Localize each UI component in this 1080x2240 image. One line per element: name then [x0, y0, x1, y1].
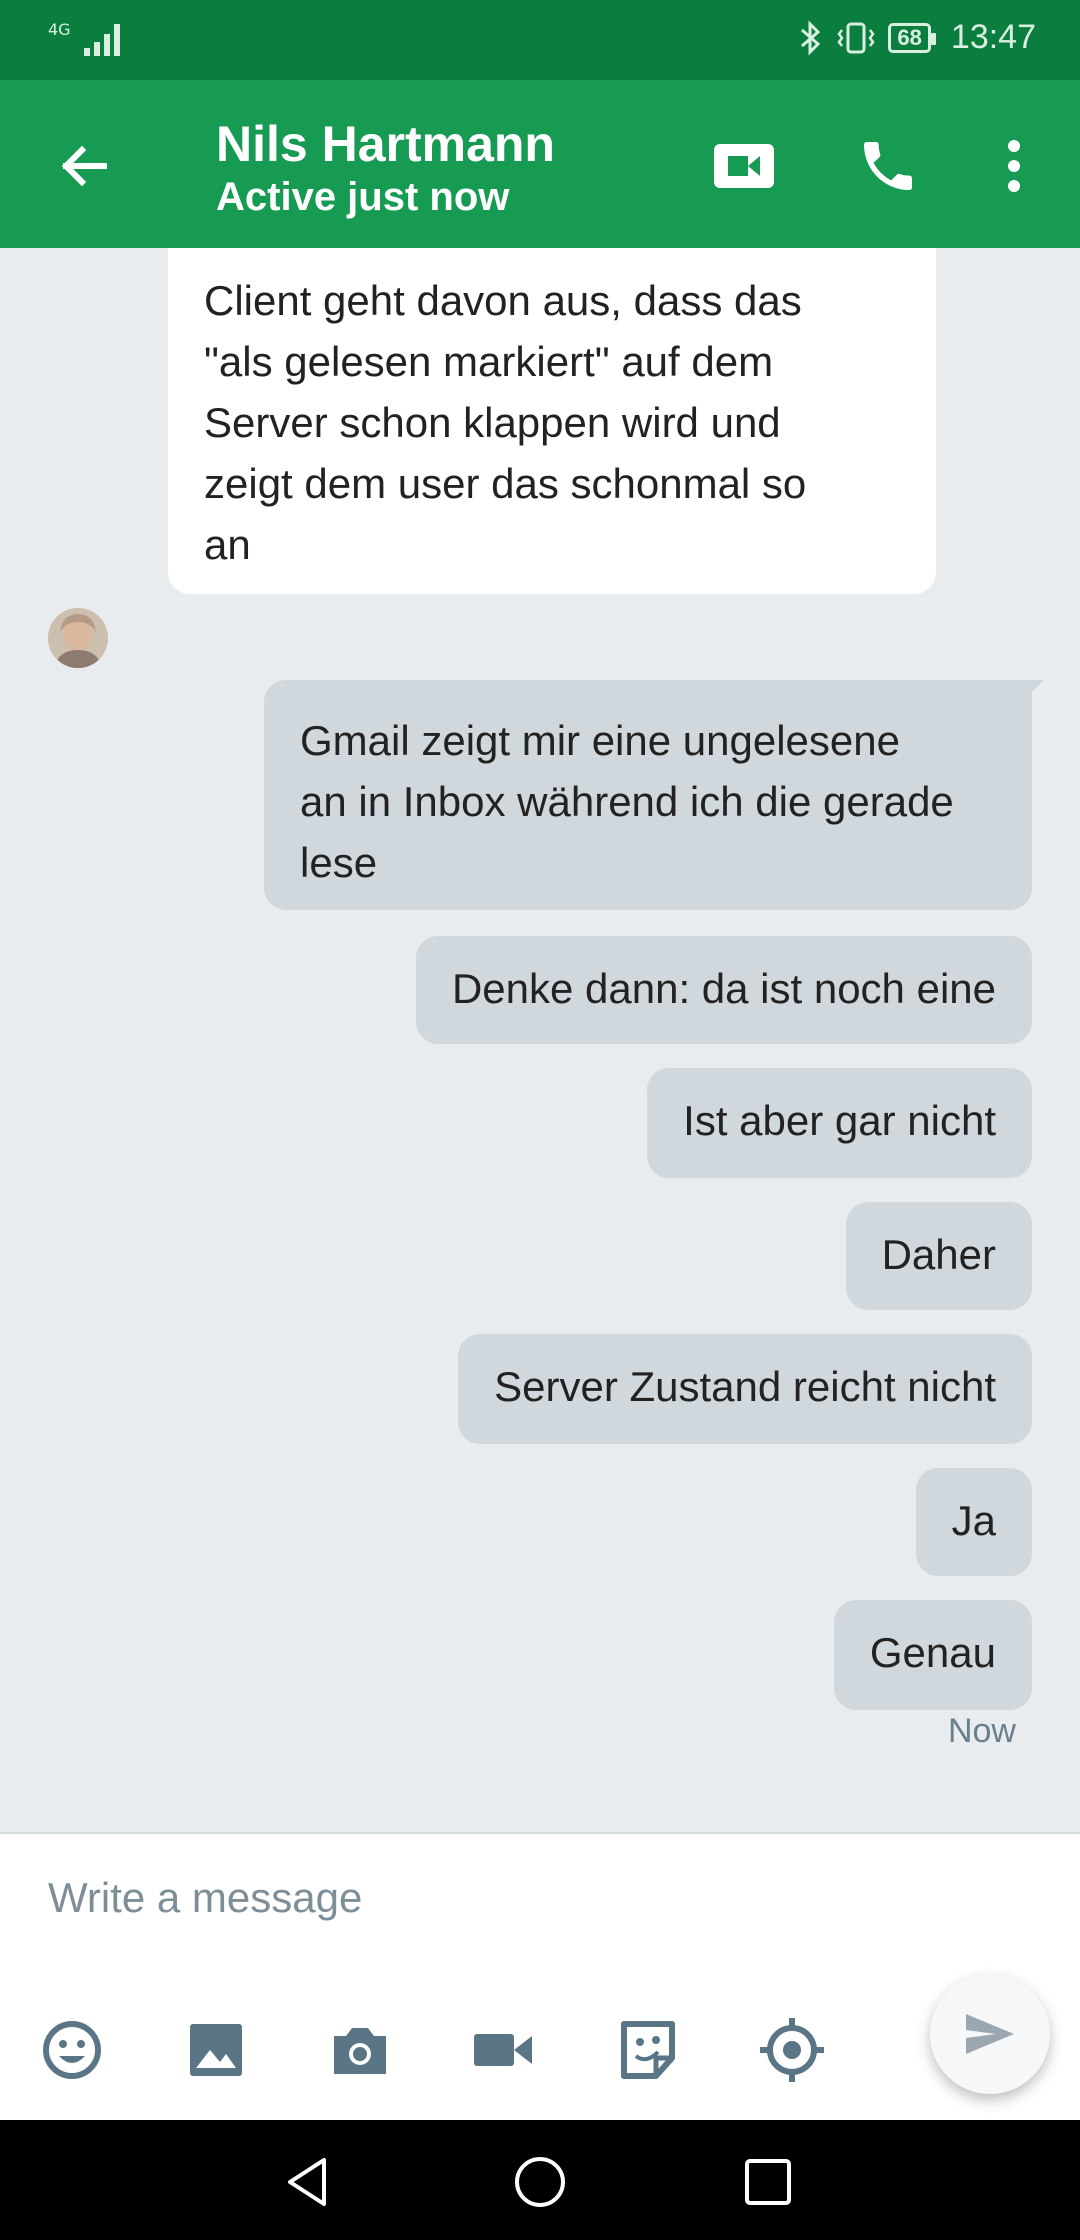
back-button[interactable]: [48, 130, 120, 202]
battery-indicator: 68: [888, 22, 937, 53]
gallery-icon: [190, 2024, 242, 2076]
video-camera-icon: [714, 144, 774, 188]
send-button[interactable]: [930, 1974, 1050, 2094]
message-line: an: [204, 521, 251, 568]
bubble-tail: [1024, 680, 1044, 700]
message-timestamp: Now: [947, 1712, 1016, 1750]
more-vert-icon: [1008, 140, 1020, 192]
message-text: Daher: [881, 1231, 996, 1278]
system-nav-bar: [0, 2120, 1080, 2240]
outgoing-message[interactable]: Gmail zeigt mir eine ungelesene an in In…: [264, 680, 1032, 910]
network-type: 4G: [48, 20, 71, 39]
nav-back-button[interactable]: [276, 2150, 340, 2214]
message-line: "als gelesen markiert" auf dem: [204, 338, 774, 385]
bluetooth-icon: [801, 19, 821, 56]
location-icon: [760, 2018, 824, 2082]
nav-home-button[interactable]: [508, 2150, 572, 2214]
circle-home-icon: [515, 2157, 565, 2207]
incoming-message[interactable]: Client geht davon aus, dass das "als gel…: [168, 248, 936, 594]
voice-call-button[interactable]: [852, 130, 924, 202]
triangle-back-icon: [288, 2158, 326, 2206]
vibrate-icon: [837, 22, 875, 53]
battery-level: 68: [897, 24, 922, 50]
phone-icon: [864, 142, 912, 190]
outgoing-message[interactable]: Ist aber gar nicht: [647, 1068, 1032, 1178]
nav-recents-button[interactable]: [736, 2150, 800, 2214]
more-options-button[interactable]: [978, 130, 1050, 202]
contact-name[interactable]: Nils Hartmann: [216, 114, 555, 174]
signal-icon: [84, 24, 120, 56]
message-list[interactable]: Client geht davon aus, dass das "als gel…: [0, 248, 1080, 1832]
emoji-button[interactable]: [36, 2014, 108, 2086]
message-line: lese: [300, 839, 378, 886]
arrow-back-icon: [61, 145, 107, 187]
square-recents-icon: [745, 2159, 791, 2205]
message-line: an in Inbox während ich die gerade: [300, 778, 954, 825]
message-line: Server schon klappen wird und: [204, 399, 781, 446]
video-icon: [474, 2034, 532, 2066]
avatar-photo: [48, 608, 108, 668]
message-text: Ja: [951, 1497, 996, 1544]
camera-button[interactable]: [324, 2014, 396, 2086]
gallery-button[interactable]: [180, 2014, 252, 2086]
message-text: Genau: [869, 1629, 996, 1676]
message-text: Denke dann: da ist noch eine: [451, 965, 996, 1012]
clock: 13:47: [950, 18, 1036, 56]
outgoing-message[interactable]: Genau: [833, 1600, 1032, 1710]
video-call-button[interactable]: [708, 130, 780, 202]
outgoing-message[interactable]: Daher: [845, 1202, 1032, 1310]
status-bar: 4G 68 13:47: [0, 0, 1080, 80]
message-input[interactable]: [48, 1874, 848, 1922]
outgoing-message[interactable]: Ja: [915, 1468, 1032, 1576]
send-icon: [966, 2014, 1014, 2054]
location-button[interactable]: [756, 2014, 828, 2086]
contact-avatar[interactable]: [48, 608, 108, 668]
outgoing-message[interactable]: Server Zustand reicht nicht: [458, 1334, 1032, 1444]
video-button[interactable]: [468, 2014, 540, 2086]
message-text: Server Zustand reicht nicht: [494, 1363, 996, 1410]
message-text: Ist aber gar nicht: [683, 1097, 996, 1144]
message-line: Client geht davon aus, dass das: [204, 277, 802, 324]
composer: [0, 1832, 1080, 2120]
outgoing-message[interactable]: Denke dann: da ist noch eine: [415, 936, 1032, 1044]
sticker-button[interactable]: [612, 2014, 684, 2086]
message-line: zeigt dem user das schonmal so: [204, 460, 807, 507]
message-line: Gmail zeigt mir eine ungelesene: [300, 717, 900, 764]
app-bar: Nils Hartmann Active just now: [0, 80, 1080, 248]
sticker-icon: [621, 2021, 675, 2079]
emoji-icon: [43, 2021, 101, 2079]
presence-status: Active just now: [216, 175, 510, 219]
camera-icon: [334, 2028, 386, 2074]
